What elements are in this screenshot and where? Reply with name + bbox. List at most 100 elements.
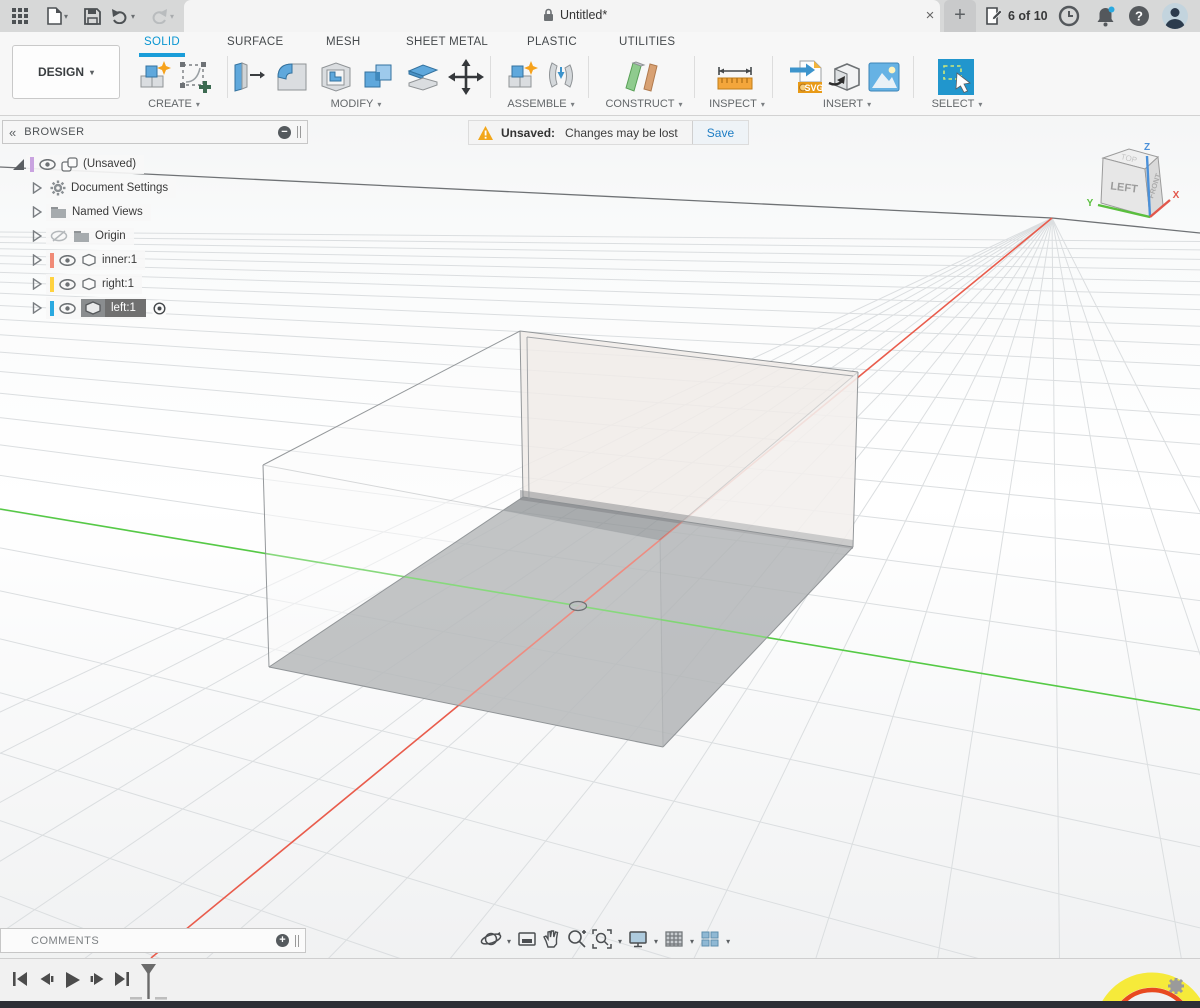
help-icon[interactable]: ? bbox=[1128, 5, 1152, 29]
create-sketch-icon[interactable] bbox=[174, 56, 214, 98]
add-comment-icon[interactable]: + bbox=[276, 934, 289, 947]
new-component-icon[interactable] bbox=[503, 56, 543, 98]
look-at-icon[interactable] bbox=[516, 928, 538, 955]
notifications-bell-icon[interactable] bbox=[1094, 5, 1118, 29]
tab-solid[interactable]: SOLID bbox=[144, 36, 180, 48]
new-body-icon[interactable] bbox=[135, 56, 175, 98]
group-inspect[interactable]: INSPECT▾ bbox=[709, 98, 765, 110]
measure-icon[interactable] bbox=[715, 56, 755, 98]
display-settings-icon[interactable] bbox=[627, 928, 649, 955]
pan-icon[interactable] bbox=[541, 928, 563, 955]
fit-caret[interactable]: ▾ bbox=[618, 937, 622, 946]
browser-row-right[interactable]: right:1 bbox=[2, 272, 308, 296]
shell-icon[interactable] bbox=[316, 56, 356, 98]
collapsed-twisty-icon[interactable] bbox=[32, 230, 46, 242]
group-create[interactable]: CREATE▾ bbox=[148, 98, 200, 110]
origin-marker[interactable] bbox=[570, 602, 587, 611]
collapsed-twisty-icon[interactable] bbox=[32, 182, 46, 194]
collapse-panel-icon[interactable]: « bbox=[9, 125, 16, 140]
job-history-clock-icon[interactable] bbox=[1058, 5, 1082, 29]
panel-grip[interactable] bbox=[297, 126, 301, 138]
browser-row-inner[interactable]: inner:1 bbox=[2, 248, 308, 272]
timeline-position-marker[interactable] bbox=[126, 963, 172, 1003]
viewports-icon[interactable] bbox=[699, 928, 721, 955]
close-tab-button[interactable]: × bbox=[920, 6, 940, 26]
timeline-step-back-button[interactable] bbox=[36, 969, 56, 989]
browser-row-named-views[interactable]: Named Views bbox=[2, 200, 308, 224]
browser-header[interactable]: « BROWSER − bbox=[2, 120, 308, 144]
combine-icon[interactable] bbox=[359, 56, 399, 98]
save-button[interactable]: Save bbox=[692, 121, 748, 144]
component-color-bar bbox=[50, 277, 54, 292]
visibility-eye-icon[interactable] bbox=[59, 279, 76, 290]
undo-icon[interactable] bbox=[110, 7, 130, 25]
group-insert[interactable]: INSERT▾ bbox=[823, 98, 871, 110]
timeline-go-to-start-button[interactable] bbox=[10, 969, 30, 989]
redo-caret[interactable]: ▾ bbox=[170, 12, 174, 21]
tab-mesh[interactable]: MESH bbox=[326, 36, 360, 48]
group-construct[interactable]: CONSTRUCT▾ bbox=[605, 98, 682, 110]
workspace-switcher[interactable]: DESIGN▾ bbox=[12, 45, 120, 99]
group-modify[interactable]: MODIFY▾ bbox=[331, 98, 382, 110]
viewports-caret[interactable]: ▾ bbox=[726, 937, 730, 946]
insert-svg-icon[interactable]: SVG bbox=[786, 56, 826, 98]
group-select[interactable]: SELECT▾ bbox=[932, 98, 983, 110]
select-icon[interactable] bbox=[936, 56, 976, 98]
app-launcher-icon[interactable] bbox=[10, 7, 30, 25]
orbit-icon[interactable] bbox=[480, 928, 502, 955]
press-pull-icon[interactable] bbox=[228, 56, 268, 98]
row-label: Document Settings bbox=[71, 182, 168, 194]
new-tab-button[interactable]: + bbox=[944, 0, 976, 32]
component-color-bar bbox=[50, 301, 54, 316]
construct-plane-icon[interactable] bbox=[620, 56, 660, 98]
timeline-play-button[interactable] bbox=[61, 969, 83, 991]
viewcube-z-label: Z bbox=[1144, 142, 1150, 153]
grid-settings-icon[interactable] bbox=[663, 928, 685, 955]
collapsed-twisty-icon[interactable] bbox=[32, 206, 46, 218]
selected-row-label: left:1 bbox=[105, 299, 146, 317]
activate-component-radio[interactable] bbox=[151, 300, 168, 317]
insert-derive-icon[interactable] bbox=[825, 56, 865, 98]
expanded-twisty-icon[interactable] bbox=[12, 158, 26, 171]
lock-icon bbox=[543, 8, 554, 22]
tab-surface[interactable]: SURFACE bbox=[227, 36, 283, 48]
visibility-eye-icon[interactable] bbox=[59, 303, 76, 314]
browser-row-origin[interactable]: Origin bbox=[2, 224, 308, 248]
fit-icon[interactable] bbox=[591, 928, 613, 955]
tab-utilities[interactable]: UTILITIES bbox=[619, 36, 675, 48]
group-assemble[interactable]: ASSEMBLE▾ bbox=[507, 98, 574, 110]
zoom-icon[interactable] bbox=[566, 928, 588, 955]
fillet-icon[interactable] bbox=[272, 56, 312, 98]
collapsed-twisty-icon[interactable] bbox=[32, 254, 46, 266]
browser-row-document[interactable]: (Unsaved) bbox=[2, 152, 308, 176]
redo-icon[interactable] bbox=[149, 7, 169, 25]
visibility-eye-icon[interactable] bbox=[39, 159, 56, 170]
orbit-caret[interactable]: ▾ bbox=[507, 937, 511, 946]
collapsed-twisty-icon[interactable] bbox=[32, 278, 46, 290]
viewcube[interactable]: TOP LEFT FRONT Z Y X bbox=[1082, 138, 1200, 226]
browser-row-left-selected[interactable]: left:1 bbox=[2, 296, 308, 320]
tab-plastic[interactable]: PLASTIC bbox=[527, 36, 577, 48]
remove-panel-icon[interactable]: − bbox=[278, 126, 291, 139]
visibility-off-eye-icon[interactable] bbox=[50, 230, 68, 242]
grid-settings-caret[interactable]: ▾ bbox=[690, 937, 694, 946]
visibility-eye-icon[interactable] bbox=[59, 255, 76, 266]
browser-row-document-settings[interactable]: Document Settings bbox=[2, 176, 308, 200]
save-icon[interactable] bbox=[82, 7, 102, 25]
timeline-step-forward-button[interactable] bbox=[88, 969, 108, 989]
display-settings-caret[interactable]: ▾ bbox=[654, 937, 658, 946]
job-status[interactable]: 6 of 10 bbox=[985, 7, 1048, 25]
row-label: inner:1 bbox=[102, 254, 137, 266]
avatar[interactable] bbox=[1162, 3, 1188, 29]
comments-panel[interactable]: COMMENTS + bbox=[0, 928, 306, 953]
move-icon[interactable] bbox=[446, 56, 486, 98]
undo-caret[interactable]: ▾ bbox=[131, 12, 135, 21]
offset-face-icon[interactable] bbox=[403, 56, 443, 98]
collapsed-twisty-icon[interactable] bbox=[32, 302, 46, 314]
tab-sheet-metal[interactable]: SHEET METAL bbox=[406, 36, 488, 48]
panel-grip[interactable] bbox=[295, 935, 299, 947]
joint-icon[interactable] bbox=[541, 56, 581, 98]
file-menu-icon[interactable] bbox=[44, 7, 64, 25]
insert-canvas-icon[interactable] bbox=[864, 56, 904, 98]
file-menu-caret[interactable]: ▾ bbox=[64, 12, 68, 21]
